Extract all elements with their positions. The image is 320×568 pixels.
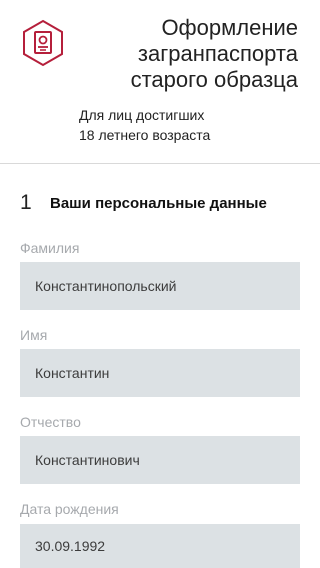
subtitle-line: Для лиц достигших [79,107,205,123]
page-title: Оформление загранпаспорта старого образц… [98,15,298,93]
lastname-field[interactable]: Константинопольский [20,262,300,310]
firstname-field[interactable]: Константин [20,349,300,397]
header-divider [0,163,320,164]
lastname-label: Фамилия [20,240,80,256]
patronymic-field[interactable]: Константинович [20,436,300,484]
title-line: загранпаспорта [137,41,298,66]
title-line: старого образца [130,67,298,92]
page-header: Оформление загранпаспорта старого образц… [0,0,320,163]
patronymic-label: Отчество [20,414,81,430]
page-subtitle: Для лиц достигших 18 летнего возраста [79,105,210,145]
subtitle-line: 18 летнего возраста [79,127,211,143]
birthdate-field[interactable]: 30.09.1992 [20,524,300,568]
passport-icon [19,19,67,67]
section-title: Ваши персональные данные [50,194,267,212]
section-header: 1 Ваши персональные данные [20,190,267,216]
section-number: 1 [20,191,32,214]
title-line: Оформление [161,15,298,40]
firstname-label: Имя [20,327,48,343]
birthdate-label: Дата рождения [20,501,119,517]
